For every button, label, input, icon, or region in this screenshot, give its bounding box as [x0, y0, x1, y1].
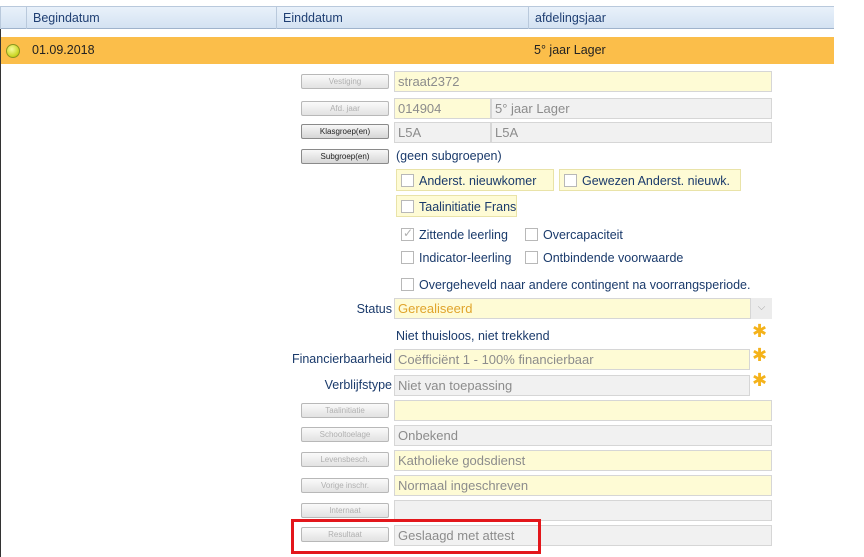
- afd-jaar-code-field[interactable]: 014904: [394, 98, 491, 119]
- gewezen-anderst-checkbox[interactable]: [564, 174, 577, 187]
- gewezen-anderst-label: Gewezen Anderst. nieuwk.: [582, 174, 730, 188]
- taalinitiatie-button: Taalinitiatie: [301, 403, 389, 418]
- financierbaarheid-field[interactable]: Coëfficiënt 1 - 100% financierbaar: [394, 349, 750, 370]
- levensbeschouwing-button: Levensbesch.: [301, 452, 389, 467]
- zittende-leerling-label: Zittende leerling: [419, 228, 508, 242]
- financierbaarheid-label: Financierbaarheid: [291, 352, 392, 366]
- zittende-leerling-checkbox[interactable]: [401, 226, 414, 241]
- vorige-inschr-button: Vorige inschr.: [301, 478, 389, 493]
- vestiging-button: Vestiging: [301, 74, 389, 89]
- schooltoelage-field[interactable]: Onbekend: [394, 425, 772, 446]
- grid-header: Begindatum Einddatum afdelingsjaar: [0, 6, 834, 29]
- cell-begindatum[interactable]: 01.09.2018: [32, 37, 95, 64]
- taalinitiatie-frans-checkbox[interactable]: [401, 200, 414, 213]
- thuisloos-text: Niet thuisloos, niet trekkend: [396, 329, 550, 343]
- internaat-button: Internaat: [301, 503, 389, 518]
- ontbindende-voorwaarde-label: Ontbindende voorwaarde: [543, 251, 684, 265]
- gewezen-anderst-wrap: Gewezen Anderst. nieuwk.: [559, 169, 741, 191]
- subgroep-button[interactable]: Subgroep(en): [301, 149, 389, 164]
- column-header-einddatum[interactable]: Einddatum: [276, 7, 528, 29]
- klasgroep-code-field: L5A: [394, 122, 491, 143]
- overgeheveld-label: Overgeheveld naar andere contingent na v…: [419, 278, 751, 292]
- overgeheveld-checkbox[interactable]: [401, 278, 414, 291]
- anderst-nieuwkomer-label: Anderst. nieuwkomer: [419, 174, 537, 188]
- schooltoelage-button: Schooltoelage: [301, 427, 389, 442]
- overcapaciteit-checkbox[interactable]: [525, 228, 538, 241]
- klasgroep-button[interactable]: Klasgroep(en): [301, 124, 389, 139]
- status-dot-icon: [6, 44, 20, 58]
- vestiging-field[interactable]: straat2372: [394, 71, 772, 92]
- asterisk-icon[interactable]: ✱: [752, 346, 767, 364]
- verblijfstype-field[interactable]: Niet van toepassing: [394, 375, 750, 396]
- taalinitiatie-frans-label: Taalinitiatie Frans: [419, 200, 517, 214]
- overcapaciteit-label: Overcapaciteit: [543, 228, 623, 242]
- afd-jaar-value-field: 5° jaar Lager: [491, 98, 772, 119]
- grid-row-selected[interactable]: 01.09.2018 5° jaar Lager: [0, 37, 834, 64]
- levensbeschouwing-field[interactable]: Katholieke godsdienst: [394, 450, 772, 471]
- afd-jaar-button: Afd. jaar: [301, 101, 389, 116]
- vorige-inschr-field[interactable]: Normaal ingeschreven: [394, 475, 772, 496]
- anderst-nieuwkomer-checkbox[interactable]: [401, 174, 414, 187]
- indicator-leerling-checkbox[interactable]: [401, 251, 414, 264]
- status-label: Status: [356, 302, 392, 316]
- asterisk-icon[interactable]: ✱: [752, 371, 767, 389]
- cell-afdelingsjaar[interactable]: 5° jaar Lager: [534, 37, 606, 64]
- subgroep-value: (geen subgroepen): [396, 149, 502, 163]
- grid-header-indicator: [0, 7, 26, 29]
- internaat-field[interactable]: [394, 500, 772, 521]
- taalinitiatie-frans-wrap: Taalinitiatie Frans: [396, 195, 517, 217]
- taalinitiatie-field[interactable]: [394, 400, 772, 421]
- klasgroep-value-field: L5A: [491, 122, 772, 143]
- indicator-leerling-label: Indicator-leerling: [419, 251, 512, 265]
- anderst-nieuwkomer-wrap: Anderst. nieuwkomer: [396, 169, 554, 191]
- ontbindende-voorwaarde-checkbox[interactable]: [525, 251, 538, 264]
- column-header-begindatum[interactable]: Begindatum: [26, 7, 276, 29]
- column-header-afdelingsjaar[interactable]: afdelingsjaar: [528, 7, 834, 29]
- left-divider: [0, 29, 1, 557]
- verblijfstype-label: Verblijfstype: [324, 378, 392, 392]
- annotation-highlight-box: [291, 519, 541, 554]
- chevron-down-icon[interactable]: ⌵: [750, 298, 772, 319]
- asterisk-icon[interactable]: ✱: [752, 322, 767, 340]
- status-dropdown[interactable]: Gerealiseerd: [394, 298, 772, 319]
